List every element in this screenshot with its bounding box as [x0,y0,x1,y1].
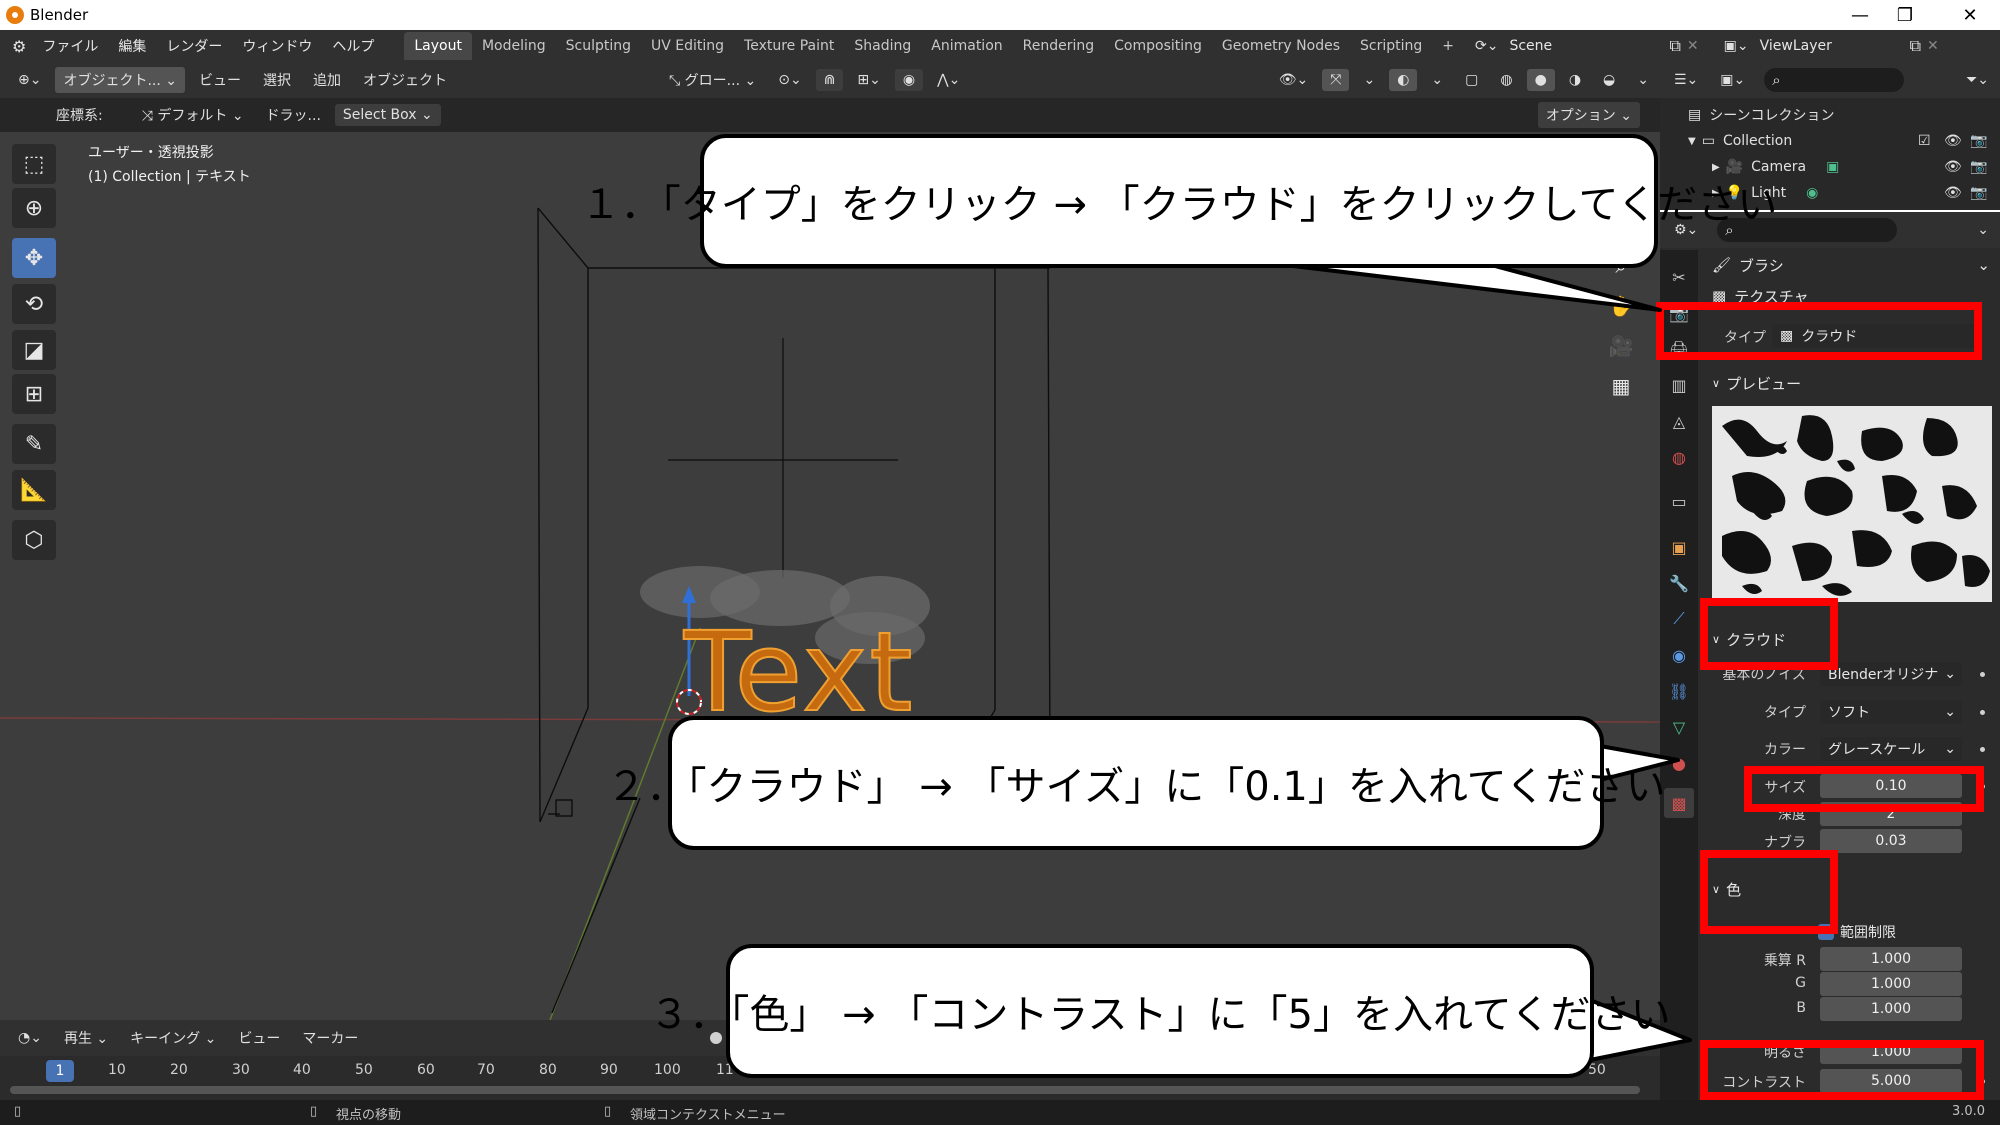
callout-step-3: ３．「色」 → 「コントラスト」に「5」を入れてください [649,944,1671,1078]
callout-1-tail [1258,260,1662,312]
callout-step-1: １．「タイプ」をクリック → 「クラウド」をクリックしてください [581,134,1777,268]
callout-step-2: ２．「クラウド」 → 「サイズ」に「0.1」を入れてください [607,716,1665,850]
